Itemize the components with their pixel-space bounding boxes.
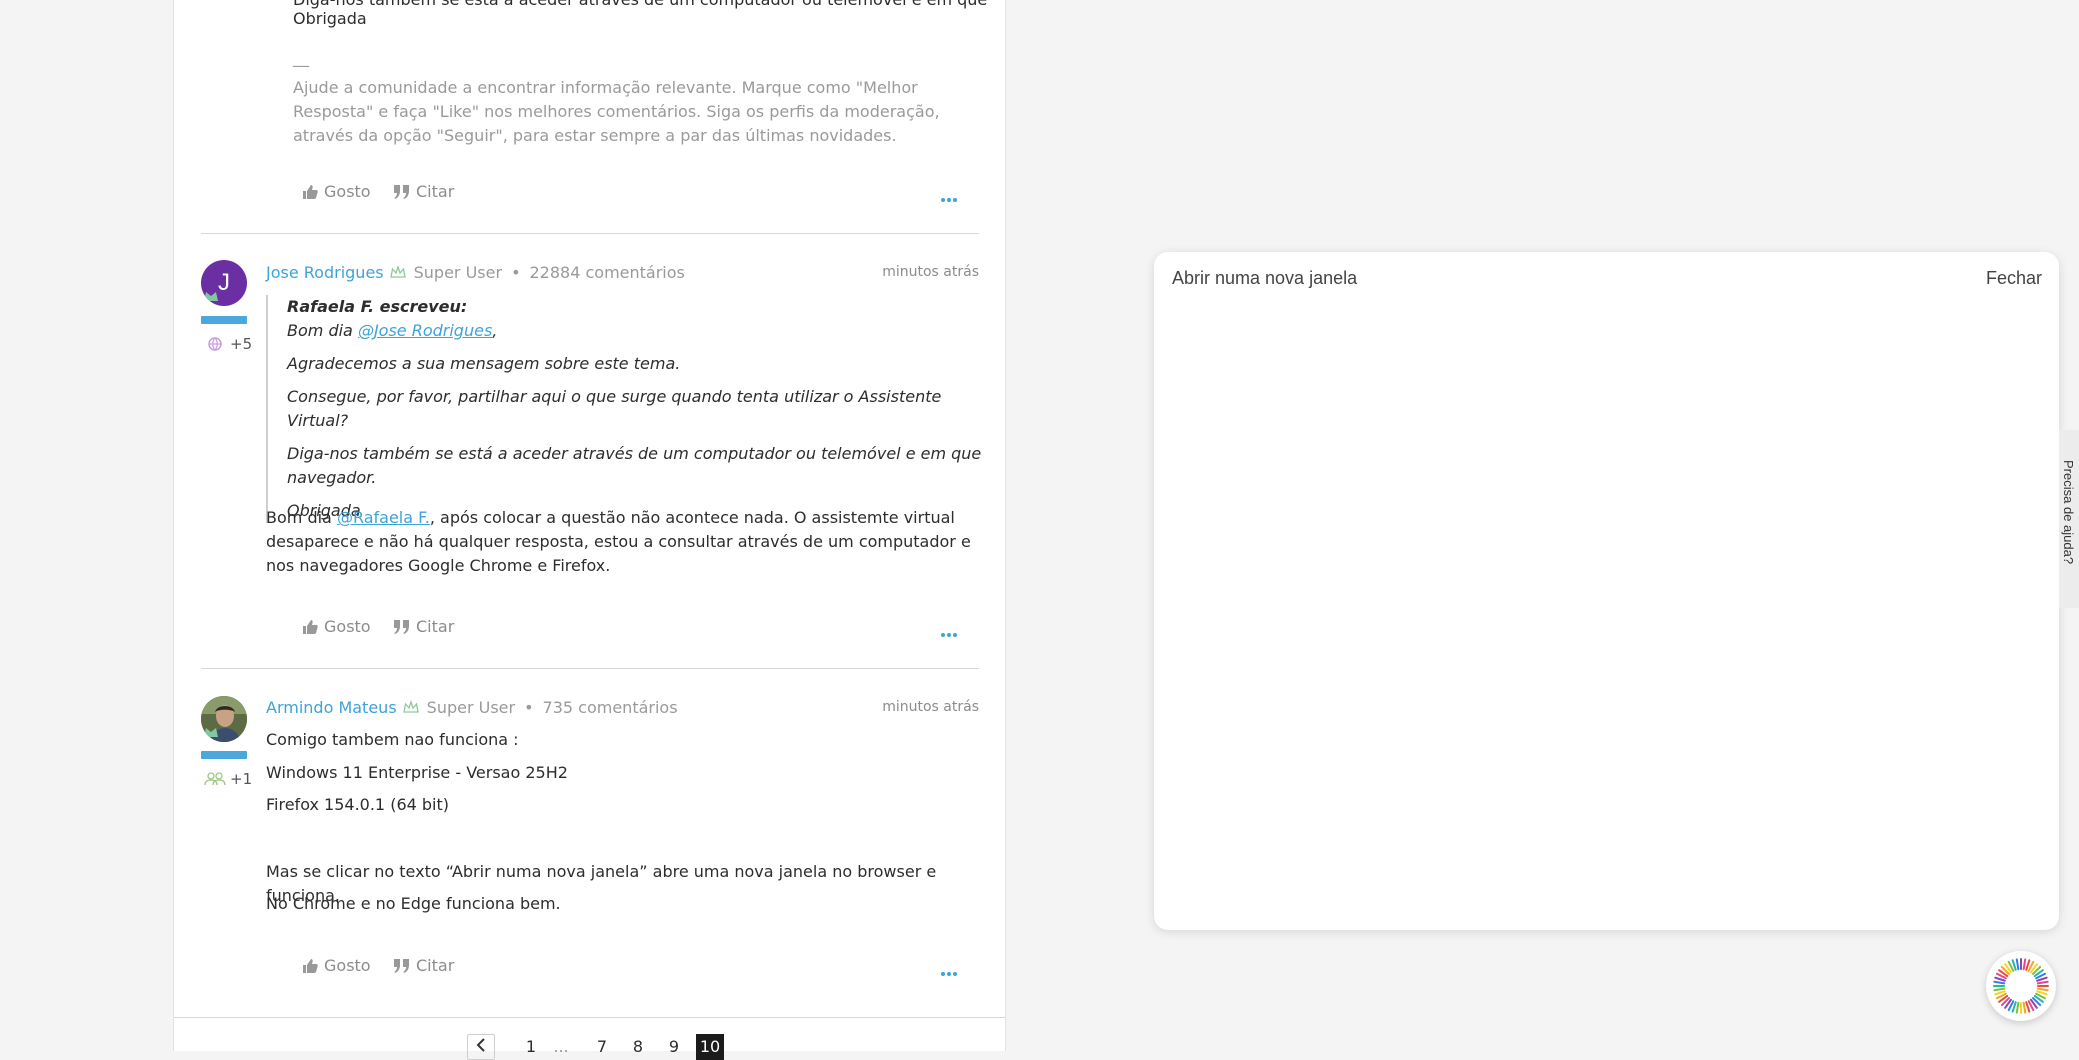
- quote-icon: [394, 184, 409, 199]
- kudos-value: +5: [230, 335, 253, 353]
- globe-icon: [208, 337, 222, 351]
- like-button[interactable]: Gosto: [302, 956, 371, 975]
- previous-page-button[interactable]: [467, 1034, 495, 1060]
- like-label: Gosto: [324, 956, 371, 975]
- kudos-value: +1: [230, 770, 253, 788]
- avatar[interactable]: [201, 696, 247, 742]
- help-tab[interactable]: Precisa de ajuda?: [2059, 430, 2079, 608]
- author-name[interactable]: Armindo Mateus: [266, 698, 397, 717]
- quote-line: Consegue, por favor, partilhar aqui o qu…: [287, 387, 942, 430]
- post-header: Jose Rodrigues Super User • 22884 coment…: [266, 260, 685, 284]
- close-button[interactable]: Fechar: [1986, 268, 2042, 289]
- page-link[interactable]: 7: [588, 1034, 616, 1060]
- thumbs-up-icon: [303, 958, 318, 973]
- avatar[interactable]: J: [201, 260, 247, 306]
- like-button[interactable]: Gosto: [302, 617, 371, 636]
- post-timestamp: minutos atrás: [882, 264, 979, 280]
- like-button[interactable]: Gosto: [302, 182, 371, 201]
- mention-link[interactable]: @Jose Rodrigues: [358, 321, 492, 340]
- like-label: Gosto: [324, 182, 371, 201]
- page-link[interactable]: 8: [624, 1034, 652, 1060]
- post-divider: [201, 668, 979, 669]
- open-new-window-link[interactable]: Abrir numa nova janela: [1172, 268, 1357, 289]
- quote-label: Citar: [416, 617, 455, 636]
- quote-author: Rafaela F. escreveu:: [287, 297, 468, 316]
- separator-dot: •: [511, 262, 521, 282]
- kudos-count: +5: [208, 335, 252, 353]
- post-divider: [201, 233, 979, 234]
- post-header: Armindo Mateus Super User • 735 comentár…: [266, 695, 678, 719]
- post-actions: Gosto Citar: [201, 956, 979, 984]
- post-actions: Gosto Citar: [201, 617, 979, 645]
- post-line: Comigo tambem nao funciona :: [266, 730, 519, 749]
- quote-greeting-end: ,: [492, 321, 498, 340]
- rank-badge-icon: [204, 728, 218, 737]
- kudos-count: +1: [204, 770, 252, 788]
- quote-button[interactable]: Citar: [394, 182, 454, 201]
- page-link[interactable]: 1: [517, 1034, 545, 1060]
- signature-dash: __: [293, 48, 309, 67]
- quote-label: Citar: [416, 182, 455, 201]
- post-signature: Ajude a comunidade a encontrar informaçã…: [293, 78, 940, 145]
- quote-block: Rafaela F. escreveu: Bom dia @Jose Rodri…: [266, 295, 987, 523]
- assistant-ring-icon: [1993, 958, 2049, 1014]
- assistant-modal: Abrir numa nova janela Fechar: [1154, 252, 2059, 930]
- current-page[interactable]: 10: [696, 1034, 724, 1060]
- more-options-icon[interactable]: [941, 188, 957, 207]
- author-name[interactable]: Jose Rodrigues: [266, 263, 384, 282]
- post-timestamp: minutos atrás: [882, 699, 979, 715]
- post-line: No Chrome e no Edge funciona bem.: [266, 894, 561, 913]
- thread-column: Diga-nos também se está a aceder através…: [173, 0, 1006, 1060]
- crown-icon: [402, 700, 419, 713]
- body-text: Bom dia: [266, 508, 337, 527]
- pagination: 1 ... 7 8 9 10: [174, 1034, 1005, 1060]
- rank-bar: [201, 316, 247, 324]
- rank-badge-icon: [204, 292, 218, 301]
- chevron-left-icon: [476, 1038, 485, 1052]
- post-closing: Obrigada: [293, 9, 367, 28]
- page-ellipsis: ...: [553, 1037, 569, 1056]
- quote-line: Diga-nos também se está a aceder através…: [287, 444, 982, 487]
- quote-button[interactable]: Citar: [394, 956, 454, 975]
- comment-count: 735 comentários: [542, 697, 678, 717]
- quote-label: Citar: [416, 956, 455, 975]
- quote-greeting-text: Bom dia: [287, 321, 358, 340]
- post-line: Windows 11 Enterprise - Versao 25H2: [266, 763, 568, 782]
- mention-link[interactable]: @Rafaela F.: [337, 508, 430, 527]
- post-partial-line: Diga-nos também se está a aceder através…: [293, 0, 993, 12]
- page-link[interactable]: 9: [660, 1034, 688, 1060]
- post-line: Firefox 154.0.1 (64 bit): [266, 795, 449, 814]
- quote-button[interactable]: Citar: [394, 617, 454, 636]
- group-icon: [204, 772, 226, 786]
- more-options-icon[interactable]: [941, 962, 957, 981]
- post-actions: Gosto Citar: [201, 182, 979, 210]
- post-body: Bom dia @Rafaela F., após colocar a ques…: [266, 506, 986, 578]
- quote-icon: [394, 619, 409, 634]
- separator-dot: •: [524, 697, 534, 717]
- like-label: Gosto: [324, 617, 371, 636]
- author-role: Super User: [413, 262, 503, 282]
- quote-line: Agradecemos a sua mensagem sobre este te…: [287, 354, 681, 373]
- comment-count: 22884 comentários: [529, 262, 685, 282]
- thread-bottom-border: [174, 1017, 1005, 1018]
- help-tab-label: Precisa de ajuda?: [2061, 460, 2076, 565]
- quote-greeting: Bom dia @Jose Rodrigues,: [287, 319, 987, 343]
- quote-icon: [394, 958, 409, 973]
- thumbs-up-icon: [303, 184, 318, 199]
- rank-bar: [201, 751, 247, 759]
- virtual-assistant-button[interactable]: [1986, 951, 2056, 1021]
- author-role: Super User: [426, 697, 516, 717]
- more-options-icon[interactable]: [941, 623, 957, 642]
- crown-icon: [389, 265, 406, 278]
- thumbs-up-icon: [303, 619, 318, 634]
